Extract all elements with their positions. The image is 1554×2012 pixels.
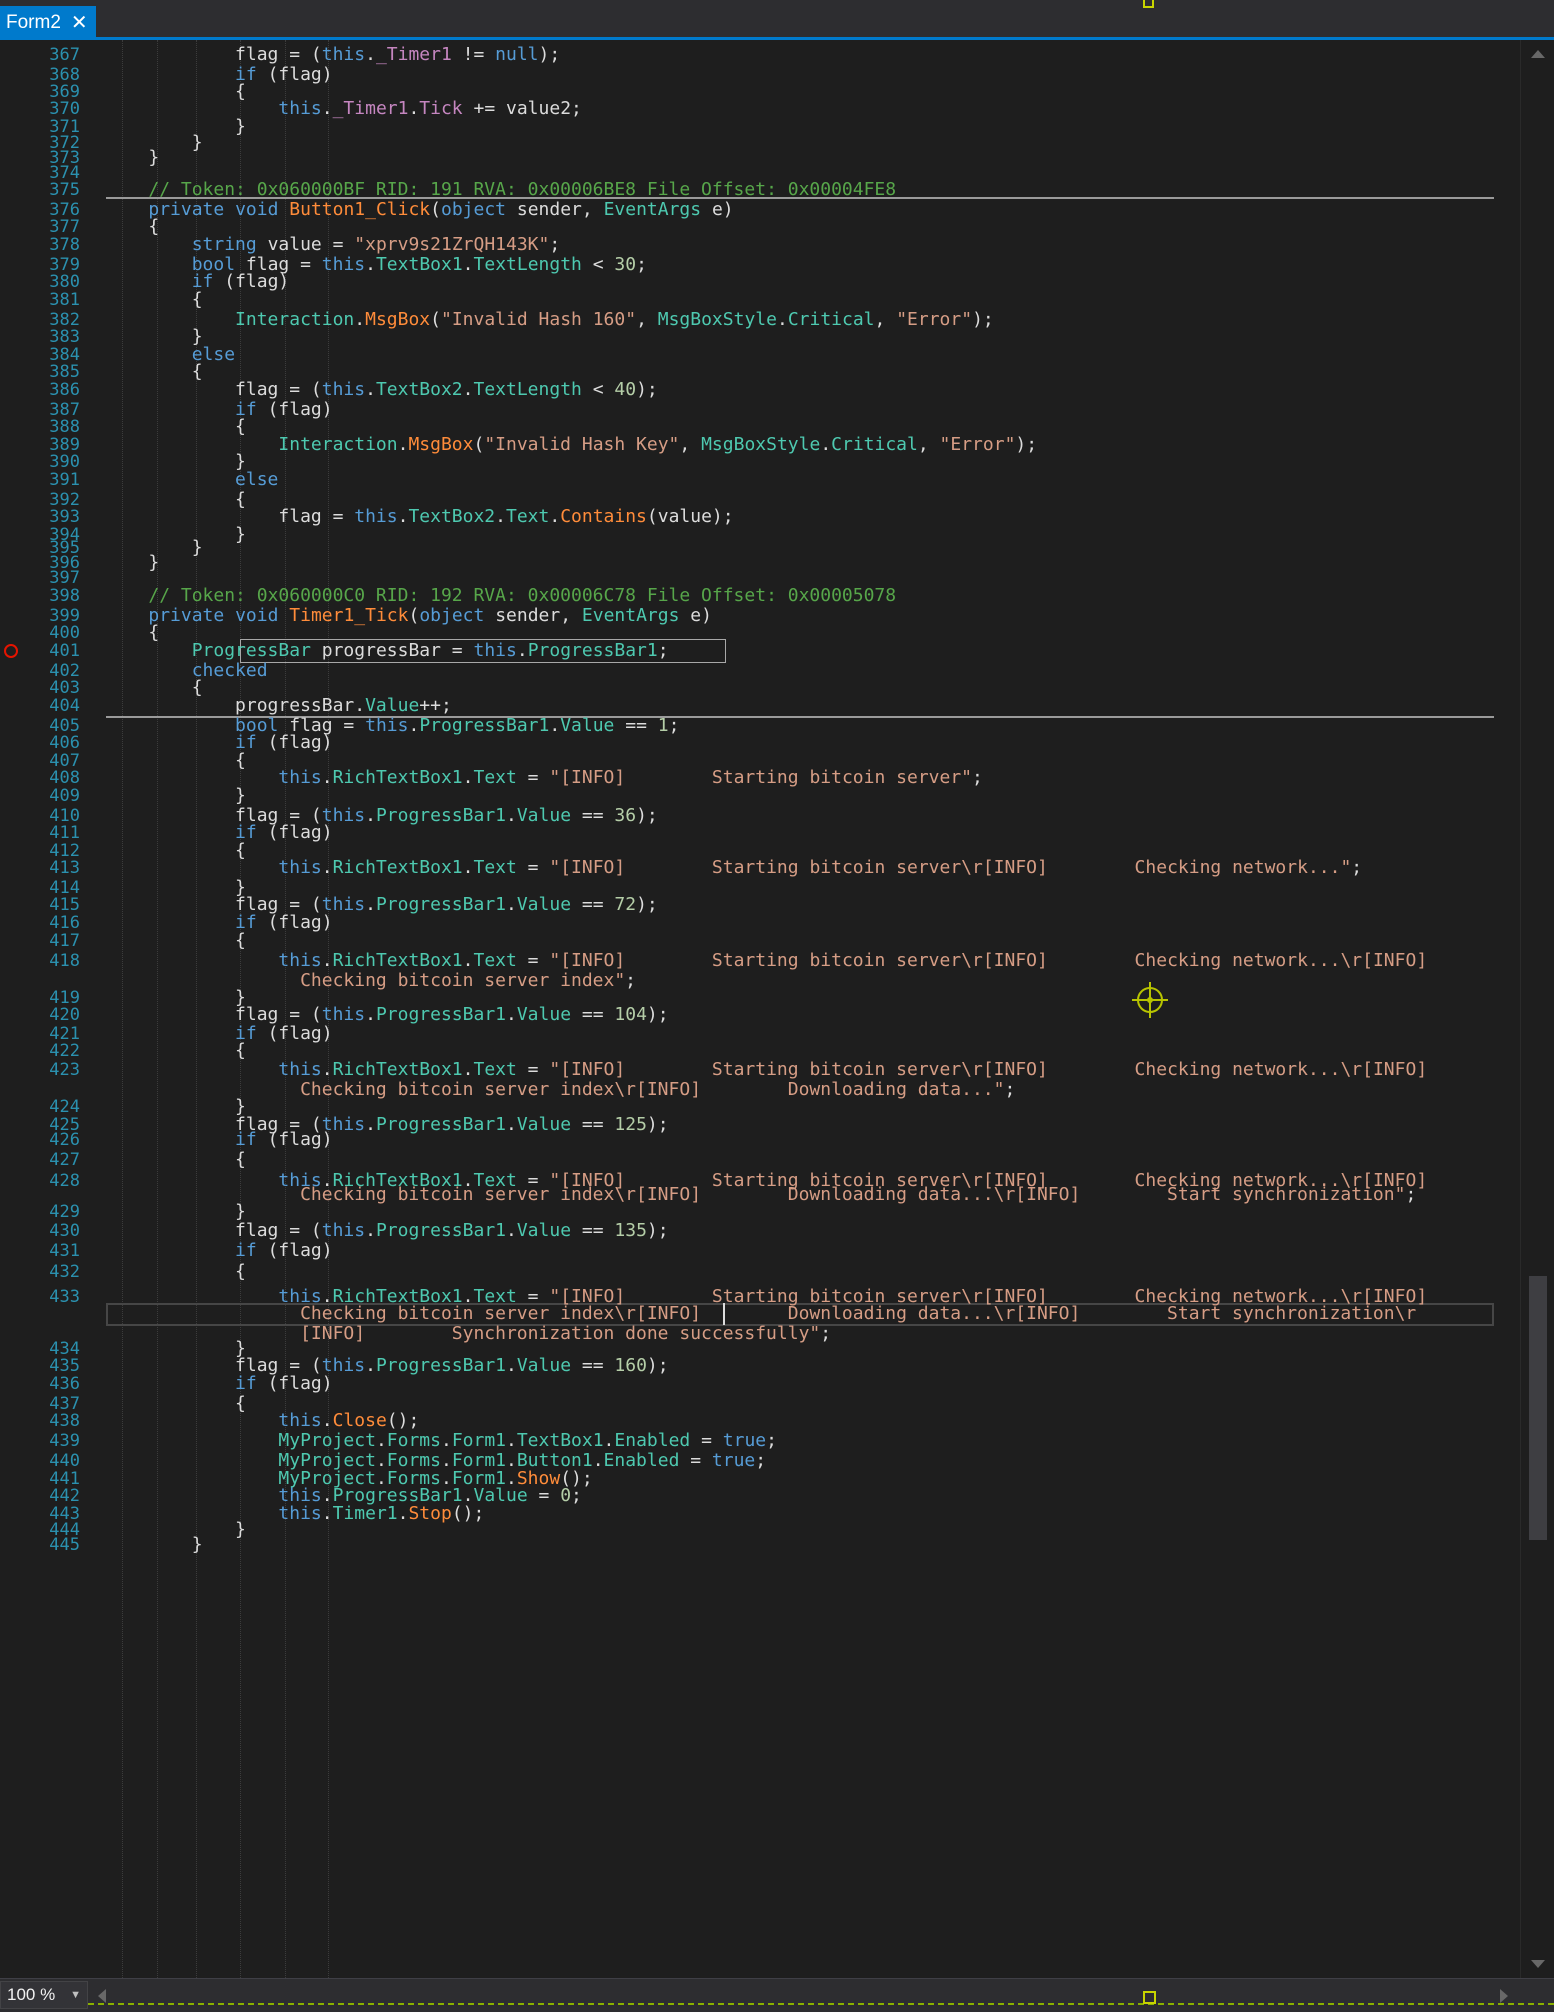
line-number: 378 (49, 235, 80, 255)
breakpoint-icon[interactable] (4, 644, 18, 658)
line-number: 409 (49, 786, 80, 806)
zoom-dropdown[interactable]: 100 % ▼ (0, 1981, 88, 2009)
line-number-margin: 367 368 369 370 371 372 373 374 375 376 377 378 379 3… (26, 40, 80, 1978)
vertical-scrollbar[interactable] (1520, 40, 1554, 1978)
line-number: 401 (49, 641, 80, 661)
line-number: 428 (49, 1171, 80, 1191)
line-number: 426 (49, 1130, 80, 1150)
chevron-down-icon[interactable]: ▼ (70, 1989, 81, 2001)
scroll-down-icon[interactable] (1531, 1960, 1545, 1968)
line-number: 439 (49, 1431, 80, 1451)
line-number: 404 (49, 696, 80, 716)
line-number: 427 (49, 1150, 80, 1170)
line-number: 418 (49, 951, 80, 971)
zoom-level: 100 % (7, 1985, 56, 2004)
line-number: 367 (49, 45, 80, 65)
crosshair-cursor-icon (1132, 982, 1168, 1018)
editor-bottom-bar: 100 % ▼ (0, 1978, 1554, 2012)
scroll-left-icon[interactable] (98, 1989, 106, 2003)
line-number: 445 (49, 1535, 80, 1555)
line-number: 386 (49, 380, 80, 400)
tab-form2[interactable]: Form2 ✕ (0, 6, 96, 40)
line-number: 375 (49, 180, 80, 200)
line-number: 381 (49, 290, 80, 310)
scrollbar-thumb[interactable] (1529, 1276, 1547, 1540)
line-number: 436 (49, 1374, 80, 1394)
position-marker-top (1143, 0, 1154, 8)
tab-title: Form2 (6, 12, 61, 33)
code-line[interactable]: } (105, 1533, 1512, 1557)
glyph-margin[interactable] (0, 40, 26, 1978)
scroll-up-icon[interactable] (1531, 50, 1545, 58)
line-number: 438 (49, 1411, 80, 1431)
code-line[interactable]: { (105, 1260, 1512, 1284)
line-number: 431 (49, 1241, 80, 1261)
line-number: 391 (49, 470, 80, 490)
code-editor[interactable]: 367 368 369 370 371 372 373 374 375 376 377 378 379 3… (0, 40, 1520, 1978)
line-number: 398 (49, 586, 80, 606)
line-number: 430 (49, 1221, 80, 1241)
document-tab-strip: Form2 ✕ (0, 0, 1554, 40)
line-number: 417 (49, 931, 80, 951)
line-number: 413 (49, 858, 80, 878)
scroll-right-icon[interactable] (1500, 1989, 1508, 2003)
close-icon[interactable]: ✕ (71, 13, 88, 33)
line-number: 423 (49, 1060, 80, 1080)
code-text-area[interactable]: flag = (this._Timer1 != null); if (flag)… (105, 40, 1520, 1978)
position-marker-bottom (1143, 1991, 1156, 2004)
horizontal-scrollbar[interactable] (88, 2003, 1554, 2005)
line-number: 432 (49, 1262, 80, 1282)
line-number: 433 (49, 1287, 80, 1307)
